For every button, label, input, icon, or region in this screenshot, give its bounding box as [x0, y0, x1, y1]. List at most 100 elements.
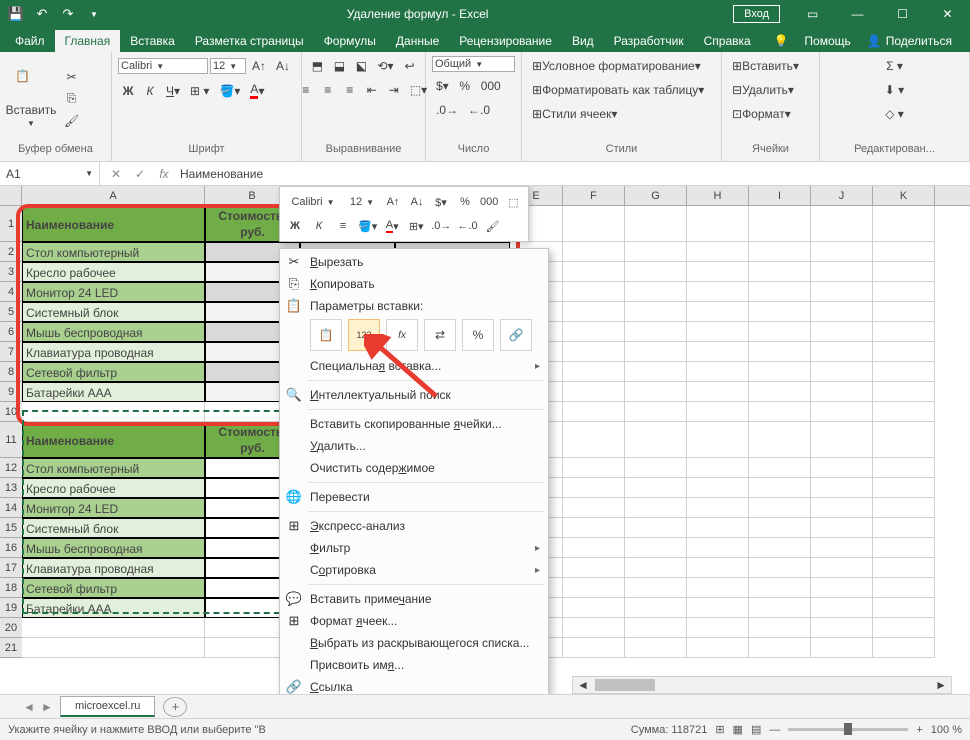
cell[interactable] — [563, 282, 625, 302]
cell[interactable] — [563, 638, 625, 658]
align-top-icon[interactable]: ⬒ — [307, 56, 327, 76]
row-header[interactable]: 21 — [0, 638, 22, 658]
insert-cells-button[interactable]: ⊞ Вставить ▾ — [728, 56, 803, 76]
comma-icon[interactable]: 000 — [477, 76, 505, 96]
cell[interactable] — [687, 322, 749, 342]
row-header[interactable]: 15 — [0, 518, 22, 538]
cell[interactable] — [873, 578, 935, 598]
cell[interactable] — [873, 262, 935, 282]
cell[interactable] — [873, 302, 935, 322]
mini-bold-button[interactable]: Ж — [285, 216, 305, 236]
row-header[interactable]: 20 — [0, 618, 22, 638]
cell[interactable] — [625, 322, 687, 342]
cell[interactable] — [563, 362, 625, 382]
cell[interactable] — [749, 638, 811, 658]
mini-percent-icon[interactable]: % — [455, 192, 475, 212]
cell[interactable]: Наименование — [22, 422, 205, 458]
delete-cells-button[interactable]: ⊟ Удалить ▾ — [728, 80, 798, 100]
cell[interactable] — [625, 302, 687, 322]
cell[interactable] — [687, 242, 749, 262]
cell[interactable] — [687, 422, 749, 458]
cut-icon[interactable]: ✂ — [60, 67, 83, 87]
cell[interactable] — [873, 598, 935, 618]
mini-font-color-icon[interactable]: A▾ — [382, 216, 402, 236]
format-cells-button[interactable]: ⊡ Формат ▾ — [728, 104, 795, 124]
cell[interactable]: Системный блок — [22, 518, 205, 538]
autosum-icon[interactable]: Σ ▾ — [882, 56, 907, 76]
sheet-tab-active[interactable]: microexcel.ru — [60, 696, 155, 717]
cell[interactable] — [687, 382, 749, 402]
mini-currency-icon[interactable]: $▾ — [431, 192, 451, 212]
close-button[interactable]: ✕ — [925, 0, 970, 28]
paste-all-icon[interactable]: 📋 — [310, 319, 342, 351]
cell[interactable] — [687, 578, 749, 598]
percent-icon[interactable]: % — [455, 76, 475, 96]
mini-dec-font-icon[interactable]: A↓ — [407, 192, 427, 212]
paste-link-icon[interactable]: 🔗 — [500, 319, 532, 351]
cell[interactable] — [749, 598, 811, 618]
align-bottom-icon[interactable]: ⬕ — [351, 56, 371, 76]
cell[interactable] — [749, 402, 811, 422]
cell[interactable] — [22, 638, 205, 658]
cell[interactable] — [811, 598, 873, 618]
minimize-button[interactable]: — — [835, 0, 880, 28]
cell[interactable] — [811, 242, 873, 262]
col-header-A[interactable]: A — [22, 186, 205, 205]
row-header[interactable]: 3 — [0, 262, 22, 282]
number-format-combo[interactable]: Общий▼ — [432, 56, 515, 72]
cell[interactable] — [625, 282, 687, 302]
cell[interactable]: Мышь беспроводная — [22, 322, 205, 342]
cell[interactable] — [811, 618, 873, 638]
cell[interactable]: Клавиатура проводная — [22, 342, 205, 362]
col-header-I[interactable]: I — [749, 186, 811, 205]
row-header[interactable]: 1 — [0, 206, 22, 242]
cell[interactable] — [625, 382, 687, 402]
cell[interactable] — [749, 262, 811, 282]
orientation-icon[interactable]: ⟲▾ — [373, 56, 397, 76]
row-header[interactable]: 2 — [0, 242, 22, 262]
row-header[interactable]: 18 — [0, 578, 22, 598]
mini-dec-dec-icon[interactable]: ←.0 — [456, 216, 478, 236]
formula-input[interactable]: Наименование — [180, 167, 263, 181]
cell[interactable] — [687, 262, 749, 282]
tab-help[interactable]: Справка — [694, 30, 761, 52]
cancel-icon[interactable]: ✕ — [108, 167, 124, 181]
tell-me-icon[interactable]: 💡 — [765, 30, 796, 52]
ctx-clear[interactable]: Очистить содержимое — [280, 457, 548, 479]
ctx-quick-analysis[interactable]: ⊞Экспресс-анализ — [280, 515, 548, 537]
ctx-dropdown-pick[interactable]: Выбрать из раскрывающегося списка... — [280, 632, 548, 654]
italic-button[interactable]: К — [140, 81, 160, 101]
redo-icon[interactable]: ↷ — [60, 6, 76, 22]
mini-inc-dec-icon[interactable]: .0→ — [430, 216, 452, 236]
mini-fill-icon[interactable]: 🪣▾ — [357, 216, 378, 236]
row-header[interactable]: 12 — [0, 458, 22, 478]
cell[interactable] — [687, 538, 749, 558]
align-left-icon[interactable]: ≡ — [296, 80, 316, 100]
maximize-button[interactable]: ☐ — [880, 0, 925, 28]
zoom-out-icon[interactable]: — — [769, 724, 780, 736]
undo-icon[interactable]: ↶ — [34, 6, 50, 22]
indent-inc-icon[interactable]: ⇥ — [384, 80, 404, 100]
ctx-format-cells[interactable]: ⊞Формат ячеек... — [280, 610, 548, 632]
cell[interactable] — [811, 206, 873, 242]
col-header-G[interactable]: G — [625, 186, 687, 205]
cell[interactable] — [625, 478, 687, 498]
row-header[interactable]: 13 — [0, 478, 22, 498]
login-button[interactable]: Вход — [733, 5, 780, 23]
view-layout-icon[interactable]: ▦ — [733, 723, 743, 736]
cell-styles-button[interactable]: ⊞ Стили ячеек ▾ — [528, 104, 621, 124]
zoom-in-icon[interactable]: + — [916, 724, 922, 736]
cell[interactable] — [563, 558, 625, 578]
col-header-K[interactable]: K — [873, 186, 935, 205]
cell[interactable] — [749, 538, 811, 558]
ctx-cut[interactable]: ✂Вырезать — [280, 251, 548, 273]
cell[interactable] — [749, 478, 811, 498]
cell[interactable] — [625, 402, 687, 422]
fx-icon[interactable]: fx — [156, 167, 172, 181]
inc-decimal-icon[interactable]: .0→ — [432, 100, 462, 120]
cell[interactable] — [687, 618, 749, 638]
cell[interactable] — [563, 538, 625, 558]
zoom-slider[interactable] — [788, 728, 908, 731]
row-header[interactable]: 8 — [0, 362, 22, 382]
cell[interactable] — [22, 618, 205, 638]
